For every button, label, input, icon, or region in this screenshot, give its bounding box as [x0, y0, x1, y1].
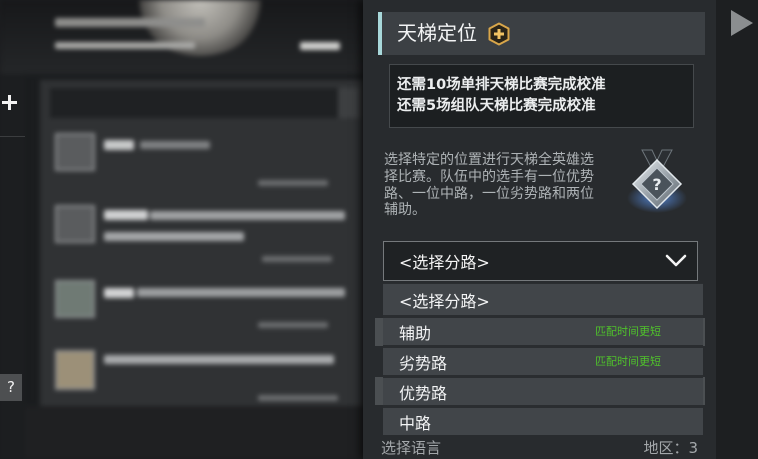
blurred-footer	[25, 406, 363, 459]
role-option-support[interactable]: 辅助 匹配时间更短	[383, 318, 703, 345]
blurred-avatar	[55, 280, 95, 318]
panel-header: 天梯定位	[378, 12, 705, 55]
description-line: 选择特定的位置进行天梯全英雄选	[384, 152, 594, 168]
blurred-avatar	[55, 133, 95, 171]
game-client-screen: ? 天梯定位 还需10场单排天梯比赛完成校准 还需5场组队天梯比赛完成校准 选择…	[0, 0, 758, 459]
role-option-label: <选择分路>	[399, 291, 490, 311]
role-option-label: 优势路	[399, 383, 448, 403]
blurred-text-line	[55, 42, 195, 49]
role-option-label: 劣势路	[399, 353, 448, 373]
shorter-queue-note: 匹配时间更短	[595, 325, 661, 338]
blurred-text-line	[104, 355, 334, 364]
description-line: 择比赛。队伍中的选手有一位优势	[384, 168, 594, 185]
blurred-timestamp	[258, 180, 328, 186]
panel-title: 天梯定位	[397, 21, 477, 45]
blurred-text-line	[300, 42, 340, 50]
region-label: 地区：3	[643, 439, 698, 457]
role-option-offlane[interactable]: 劣势路 匹配时间更短	[383, 348, 703, 375]
blurred-search-bar	[50, 88, 360, 118]
add-button[interactable]	[0, 91, 20, 115]
medal-symbol: ?	[652, 175, 661, 194]
role-option-unselected[interactable]: <选择分路>	[383, 284, 703, 315]
blurred-text-line	[150, 211, 345, 220]
ranked-role-panel: 天梯定位 还需10场单排天梯比赛完成校准 还需5场组队天梯比赛完成校准 选择特定…	[363, 0, 716, 459]
chevron-down-icon	[665, 254, 687, 267]
language-label: 选择语言	[381, 439, 442, 457]
role-option-label: 辅助	[399, 323, 432, 343]
blurred-text-line	[104, 210, 148, 220]
party-calibration-text: 还需5场组队天梯比赛完成校准	[397, 98, 596, 114]
blurred-text-line	[104, 288, 134, 298]
solo-calibration-text: 还需10场单排天梯比赛完成校准	[397, 77, 606, 93]
role-option-safelane[interactable]: 优势路	[383, 378, 703, 405]
gold-plus-icon	[488, 22, 510, 45]
description-line: 辅助。	[384, 202, 426, 219]
uncalibrated-medal-icon: ?	[627, 149, 687, 213]
blurred-timestamp	[258, 322, 328, 328]
blurred-text-line	[104, 140, 134, 150]
help-button[interactable]: ?	[0, 374, 22, 401]
blurred-background-feed	[0, 0, 363, 459]
blurred-timestamp	[262, 256, 332, 262]
play-icon[interactable]	[730, 9, 754, 37]
description-line: 路、一位中路，一位劣势路和两位	[384, 185, 594, 202]
plus-icon-stem	[8, 95, 11, 110]
blurred-timestamp	[258, 395, 338, 401]
blurred-text-line	[104, 232, 244, 241]
role-description: 选择特定的位置进行天梯全英雄选 择比赛。队伍中的选手有一位优势 路、一位中路，一…	[384, 152, 594, 219]
blurred-search-button	[338, 88, 360, 118]
right-side-strip	[716, 0, 758, 459]
blurred-avatar	[55, 350, 95, 390]
role-option-midlane[interactable]: 中路	[383, 408, 703, 435]
blurred-left-column	[0, 74, 25, 459]
role-select-dropdown[interactable]: <选择分路>	[383, 241, 698, 281]
blurred-text-line	[137, 288, 345, 297]
blurred-text-line	[55, 18, 205, 27]
role-options-list: <选择分路> 辅助 匹配时间更短 劣势路 匹配时间更短 优势路 中路	[383, 283, 703, 435]
shorter-queue-note: 匹配时间更短	[595, 355, 661, 368]
role-option-label: 中路	[399, 413, 432, 433]
calibration-info-box: 还需10场单排天梯比赛完成校准 还需5场组队天梯比赛完成校准	[389, 64, 694, 128]
blurred-text-line	[140, 141, 210, 149]
blurred-avatar	[55, 205, 95, 243]
divider	[0, 136, 25, 137]
role-select-value: <选择分路>	[399, 253, 490, 272]
